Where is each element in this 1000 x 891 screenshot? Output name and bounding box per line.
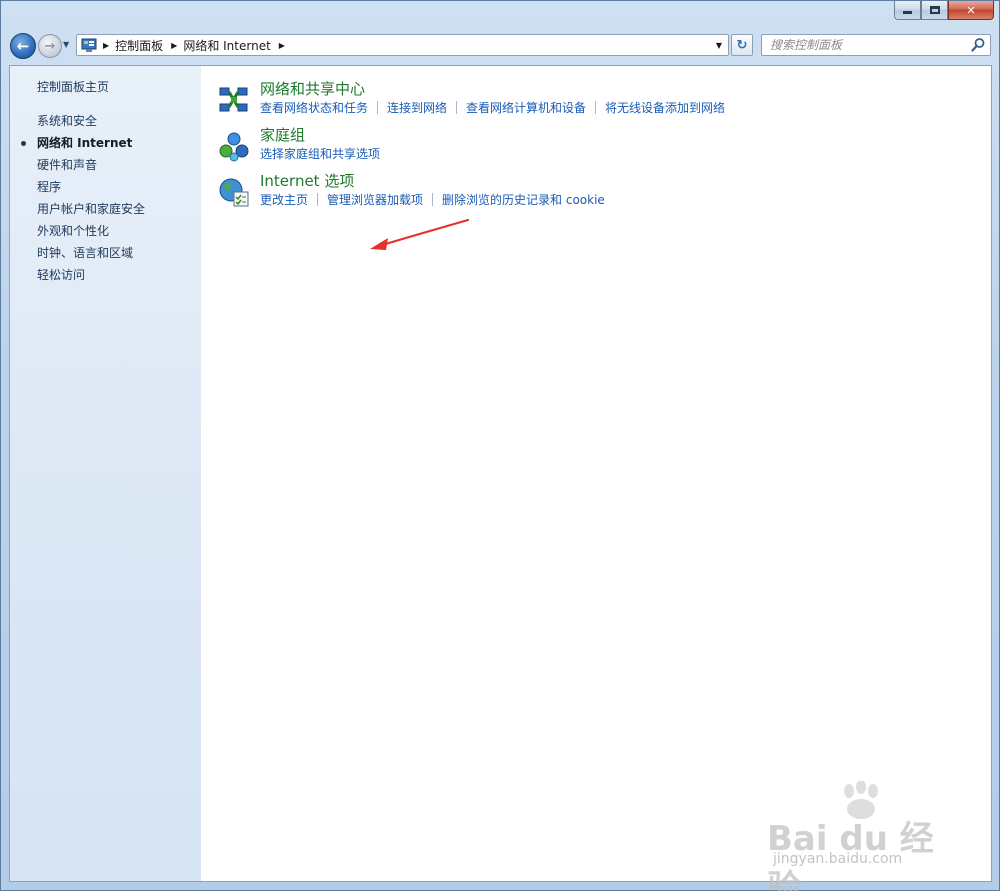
minimize-icon (903, 11, 912, 14)
link-add-wireless-device[interactable]: 将无线设备添加到网络 (605, 101, 725, 115)
baidu-jingyan-watermark: Bai du 经验 jingyan.baidu.com (761, 781, 961, 891)
link-divider (595, 101, 597, 114)
minimize-button[interactable] (894, 1, 921, 20)
sidebar: 控制面板主页 系统和安全 网络和 Internet 硬件和声音 程序 用户帐户和… (10, 66, 201, 881)
category-internet-options: Internet 选项 更改主页 管理浏览器加载项 删除浏览的历史记录和 cooki… (218, 170, 978, 216)
link-view-network-computers[interactable]: 查看网络计算机和设备 (466, 101, 586, 115)
back-arrow-icon: ← (16, 37, 30, 55)
annotation-arrow-icon (370, 218, 470, 250)
breadcrumb-network-internet[interactable]: 网络和 Internet (183, 37, 270, 54)
category-title-internet-options[interactable]: Internet 选项 (260, 170, 354, 192)
link-homegroup-sharing-options[interactable]: 选择家庭组和共享选项 (260, 147, 380, 161)
search-input[interactable] (762, 35, 962, 55)
category-network-sharing-center: 网络和共享中心 查看网络状态和任务 连接到网络 查看网络计算机和设备 将无线设备添加到… (218, 78, 978, 124)
category-list: 网络和共享中心 查看网络状态和任务 连接到网络 查看网络计算机和设备 将无线设备添加到… (218, 78, 978, 216)
control-panel-window: ✕ ← → ▼ ▶ 控制面板 ▶ 网络和 Internet ▶ ▼ ↻ 搜索控制… (0, 0, 1000, 891)
maximize-button[interactable] (921, 1, 948, 20)
refresh-button[interactable]: ↻ (731, 34, 753, 56)
recent-pages-dropdown[interactable]: ▼ (63, 40, 73, 52)
network-sharing-center-icon[interactable] (218, 84, 250, 116)
maximize-icon (929, 6, 940, 14)
refresh-icon: ↻ (736, 37, 748, 53)
category-title-network-sharing-center[interactable]: 网络和共享中心 (260, 78, 365, 100)
breadcrumb-separator-icon[interactable]: ▶ (279, 41, 285, 50)
link-connect-to-network[interactable]: 连接到网络 (387, 101, 447, 115)
sidebar-item-network-internet[interactable]: 网络和 Internet (20, 132, 145, 154)
category-homegroup: 家庭组 选择家庭组和共享选项 (218, 124, 978, 170)
forward-arrow-icon: → (44, 38, 56, 54)
homegroup-icon[interactable] (218, 130, 250, 162)
link-view-network-status[interactable]: 查看网络状态和任务 (260, 101, 368, 115)
chevron-down-icon: ▼ (715, 40, 723, 50)
sidebar-item-programs[interactable]: 程序 (37, 176, 145, 198)
sidebar-item-ease-of-access[interactable]: 轻松访问 (37, 264, 145, 286)
sidebar-category-list: 系统和安全 网络和 Internet 硬件和声音 程序 用户帐户和家庭安全 外观… (20, 110, 145, 286)
internet-options-icon[interactable] (218, 176, 250, 208)
link-divider (456, 101, 458, 114)
breadcrumb-control-panel[interactable]: 控制面板 (115, 37, 163, 54)
category-links: 查看网络状态和任务 连接到网络 查看网络计算机和设备 将无线设备添加到网络 (260, 100, 978, 116)
sidebar-item-user-accounts[interactable]: 用户帐户和家庭安全 (37, 198, 145, 220)
watermark-url: jingyan.baidu.com (773, 851, 903, 867)
category-links: 更改主页 管理浏览器加载项 删除浏览的历史记录和 cookie (260, 192, 978, 208)
sidebar-item-clock-language-region[interactable]: 时钟、语言和区域 (37, 242, 145, 264)
control-panel-icon (81, 38, 97, 52)
close-icon: ✕ (966, 3, 976, 17)
link-divider (377, 101, 379, 114)
link-change-home-page[interactable]: 更改主页 (260, 193, 308, 207)
sidebar-home-link[interactable]: 控制面板主页 (37, 78, 109, 95)
category-links: 选择家庭组和共享选项 (260, 146, 978, 162)
search-box[interactable] (761, 34, 991, 56)
breadcrumb-separator-icon[interactable]: ▶ (171, 41, 177, 50)
link-delete-browsing-history[interactable]: 删除浏览的历史记录和 cookie (442, 193, 605, 207)
content-pane: 控制面板主页 系统和安全 网络和 Internet 硬件和声音 程序 用户帐户和… (9, 65, 992, 882)
navigation-toolbar: ← → ▼ ▶ 控制面板 ▶ 网络和 Internet ▶ ▼ ↻ (1, 31, 999, 59)
chevron-down-icon: ▼ (63, 40, 70, 49)
link-manage-browser-addons[interactable]: 管理浏览器加载项 (327, 193, 423, 207)
address-bar[interactable]: ▶ 控制面板 ▶ 网络和 Internet ▶ ▼ (76, 34, 729, 56)
link-divider (432, 193, 434, 206)
search-icon[interactable] (970, 37, 986, 53)
close-button[interactable]: ✕ (948, 1, 994, 20)
sidebar-item-appearance[interactable]: 外观和个性化 (37, 220, 145, 242)
forward-button[interactable]: → (38, 34, 62, 58)
sidebar-item-system-security[interactable]: 系统和安全 (37, 110, 145, 132)
caption-buttons: ✕ (894, 1, 994, 20)
address-dropdown-button[interactable]: ▼ (712, 37, 726, 53)
category-title-homegroup[interactable]: 家庭组 (260, 124, 305, 146)
link-divider (317, 193, 319, 206)
breadcrumb-separator-icon[interactable]: ▶ (103, 41, 109, 50)
sidebar-item-hardware-sound[interactable]: 硬件和声音 (37, 154, 145, 176)
back-button[interactable]: ← (10, 33, 36, 59)
